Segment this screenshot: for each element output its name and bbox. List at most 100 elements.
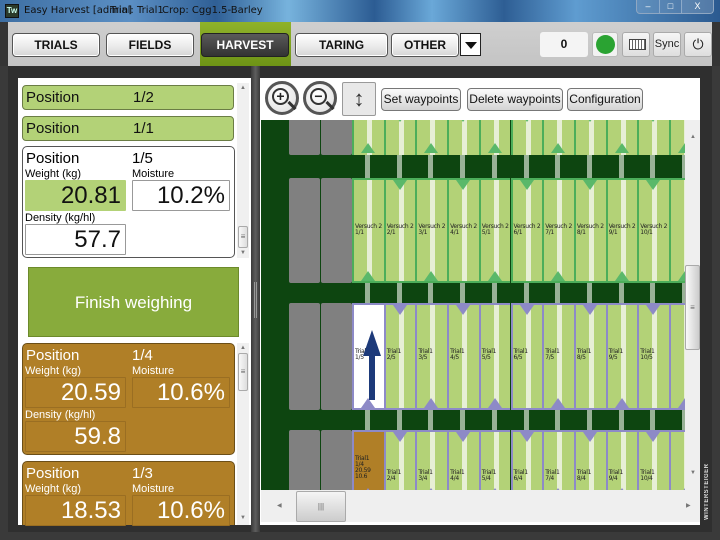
weight-label: Weight (kg) — [25, 365, 82, 377]
direction-arrow-up-icon — [614, 143, 629, 153]
close-button[interactable]: X — [681, 0, 713, 13]
plot[interactable]: Versuch 2 3/1 — [415, 178, 448, 283]
density-label: Density (kg/hl) — [25, 212, 96, 224]
plot[interactable]: Versuch 2 8/1 — [573, 178, 606, 283]
moisture-field[interactable]: 10.2% — [132, 180, 230, 211]
direction-arrow-up-icon — [487, 271, 502, 281]
maximize-button[interactable]: □ — [659, 0, 681, 13]
plot[interactable]: Trial1 10/5 — [637, 303, 669, 410]
moisture-value: 10.6% — [132, 377, 230, 408]
status-led-icon — [596, 35, 615, 54]
tab-harvest[interactable]: HARVEST — [201, 33, 289, 57]
map-vertical-scrollbar[interactable]: ▲ ≡ ▼ — [685, 120, 700, 490]
plot[interactable] — [669, 430, 685, 490]
density-label: Density (kg/hl) — [25, 409, 96, 421]
plot[interactable]: Trial1 3/4 — [415, 430, 448, 490]
weight-field[interactable]: 20.81 — [25, 180, 126, 211]
plot-label: Trial1 4/5 — [450, 348, 465, 361]
completed-list-scrollbar[interactable]: ▲ ≡ ▼ — [237, 343, 249, 525]
plot[interactable]: Trial1 6/5 — [510, 303, 543, 410]
plot[interactable]: Versuch 2 4/1 — [447, 178, 479, 283]
plot[interactable]: Trial1 1/4 20.59 10.6 — [352, 430, 384, 490]
set-waypoints-button[interactable]: Set waypoints — [381, 88, 461, 111]
plot[interactable]: Versuch 2 6/1 — [510, 178, 543, 283]
direction-arrow-up-icon — [614, 271, 629, 281]
headland-plot — [289, 178, 320, 283]
plot[interactable]: Trial1 5/4 — [478, 430, 511, 490]
plot[interactable]: Versuch 2 10/1 — [637, 178, 669, 283]
plot-label: Trial1 2/4 — [386, 469, 402, 482]
top-list-scrollbar[interactable]: ▲ ≡ ▼ — [237, 83, 249, 258]
zoom-in-button[interactable]: + — [265, 81, 299, 115]
plot[interactable]: Versuch 2 7/1 — [542, 178, 574, 283]
fit-vertical-button[interactable]: ↕ — [342, 82, 376, 116]
window-controls: – □ X — [636, 0, 714, 14]
more-tabs-dropdown[interactable] — [460, 33, 481, 56]
position-row[interactable]: Position 1/2 — [22, 85, 234, 110]
plot-label: Trial1 3/4 — [418, 469, 433, 482]
direction-arrow-down-icon — [582, 120, 597, 122]
plot[interactable]: Trial1 8/5 — [573, 303, 606, 410]
scroll-thumb[interactable]: ≡ — [238, 353, 248, 391]
plot[interactable] — [669, 303, 685, 410]
position-row[interactable]: Position 1/1 — [22, 116, 234, 141]
tab-fields[interactable]: FIELDS — [106, 33, 194, 57]
tab-other[interactable]: OTHER — [391, 33, 459, 57]
scroll-thumb[interactable]: ≡ — [685, 265, 700, 350]
plot[interactable]: Trial1 9/5 — [605, 303, 638, 410]
plot[interactable] — [669, 178, 685, 283]
direction-arrow-up-icon — [487, 398, 502, 408]
direction-arrow-down-icon — [519, 120, 534, 122]
plot[interactable]: Trial1 5/5 — [478, 303, 511, 410]
plot[interactable]: Versuch 2 2/1 — [383, 178, 416, 283]
vertical-arrows-icon: ↕ — [353, 86, 365, 111]
minimize-button[interactable]: – — [637, 0, 659, 13]
scroll-thumb[interactable]: ≡ — [238, 226, 248, 248]
travel-direction-arrow-icon — [363, 330, 381, 400]
plot[interactable]: Trial1 9/4 — [605, 430, 638, 490]
plot[interactable] — [447, 120, 479, 155]
plot-label: Versuch 2 5/1 — [481, 223, 509, 236]
sync-button[interactable]: Sync — [653, 32, 681, 57]
scroll-down-icon: ▼ — [240, 515, 246, 521]
tab-taring[interactable]: TARING — [295, 33, 388, 57]
completed-position-card[interactable]: Position 1/3 Weight (kg) Moisture 18.53 … — [22, 461, 235, 526]
plot-label: Trial1 2/5 — [386, 348, 402, 361]
plot[interactable]: Trial1 4/5 — [447, 303, 479, 410]
plot[interactable]: Trial1 7/5 — [542, 303, 574, 410]
plot[interactable]: Trial1 3/5 — [415, 303, 448, 410]
plot[interactable] — [637, 120, 669, 155]
tab-trials[interactable]: TRIALS — [12, 33, 100, 57]
power-button[interactable]: ⏻ — [684, 32, 712, 57]
plot-label: Trial1 9/5 — [608, 348, 624, 361]
plot[interactable]: Trial1 2/5 — [383, 303, 416, 410]
driving-lane — [525, 120, 531, 155]
plot[interactable]: Versuch 2 9/1 — [605, 178, 638, 283]
finish-weighing-button[interactable]: Finish weighing — [28, 267, 239, 337]
plot[interactable]: Versuch 2 1/1 — [352, 178, 384, 283]
keyboard-button[interactable] — [622, 32, 650, 57]
direction-arrow-up-icon — [678, 271, 685, 281]
density-field[interactable]: 57.7 — [25, 224, 126, 255]
plot[interactable] — [383, 120, 416, 155]
plot-label: Trial1 10/4 — [640, 469, 655, 482]
completed-position-card[interactable]: Position 1/4 Weight (kg) Moisture 20.59 … — [22, 343, 235, 455]
plot[interactable] — [510, 120, 543, 155]
plot[interactable]: Trial1 7/4 — [542, 430, 574, 490]
splitter-grip[interactable] — [254, 282, 257, 318]
plot[interactable] — [573, 120, 606, 155]
map-horizontal-scrollbar[interactable]: ◀ ||| ▶ — [261, 490, 700, 522]
zoom-out-button[interactable]: − — [303, 81, 337, 115]
field-map[interactable]: Versuch 2 1/1 Versuch 2 2/1 Versuch 2 3/1 V… — [261, 120, 685, 490]
configuration-button[interactable]: Configuration — [567, 88, 643, 111]
driving-lane — [588, 120, 594, 155]
delete-waypoints-button[interactable]: Delete waypoints — [467, 88, 563, 111]
direction-arrow-up-icon — [678, 398, 685, 408]
weight-label: Weight (kg) — [25, 483, 82, 495]
scroll-thumb[interactable]: ||| — [296, 491, 346, 522]
plot-label: Versuch 2 4/1 — [450, 223, 477, 236]
direction-arrow-down-icon — [519, 180, 534, 190]
plot[interactable]: Versuch 2 5/1 — [478, 178, 511, 283]
direction-arrow-up-icon — [424, 398, 439, 408]
direction-arrow-down-icon — [456, 432, 471, 442]
